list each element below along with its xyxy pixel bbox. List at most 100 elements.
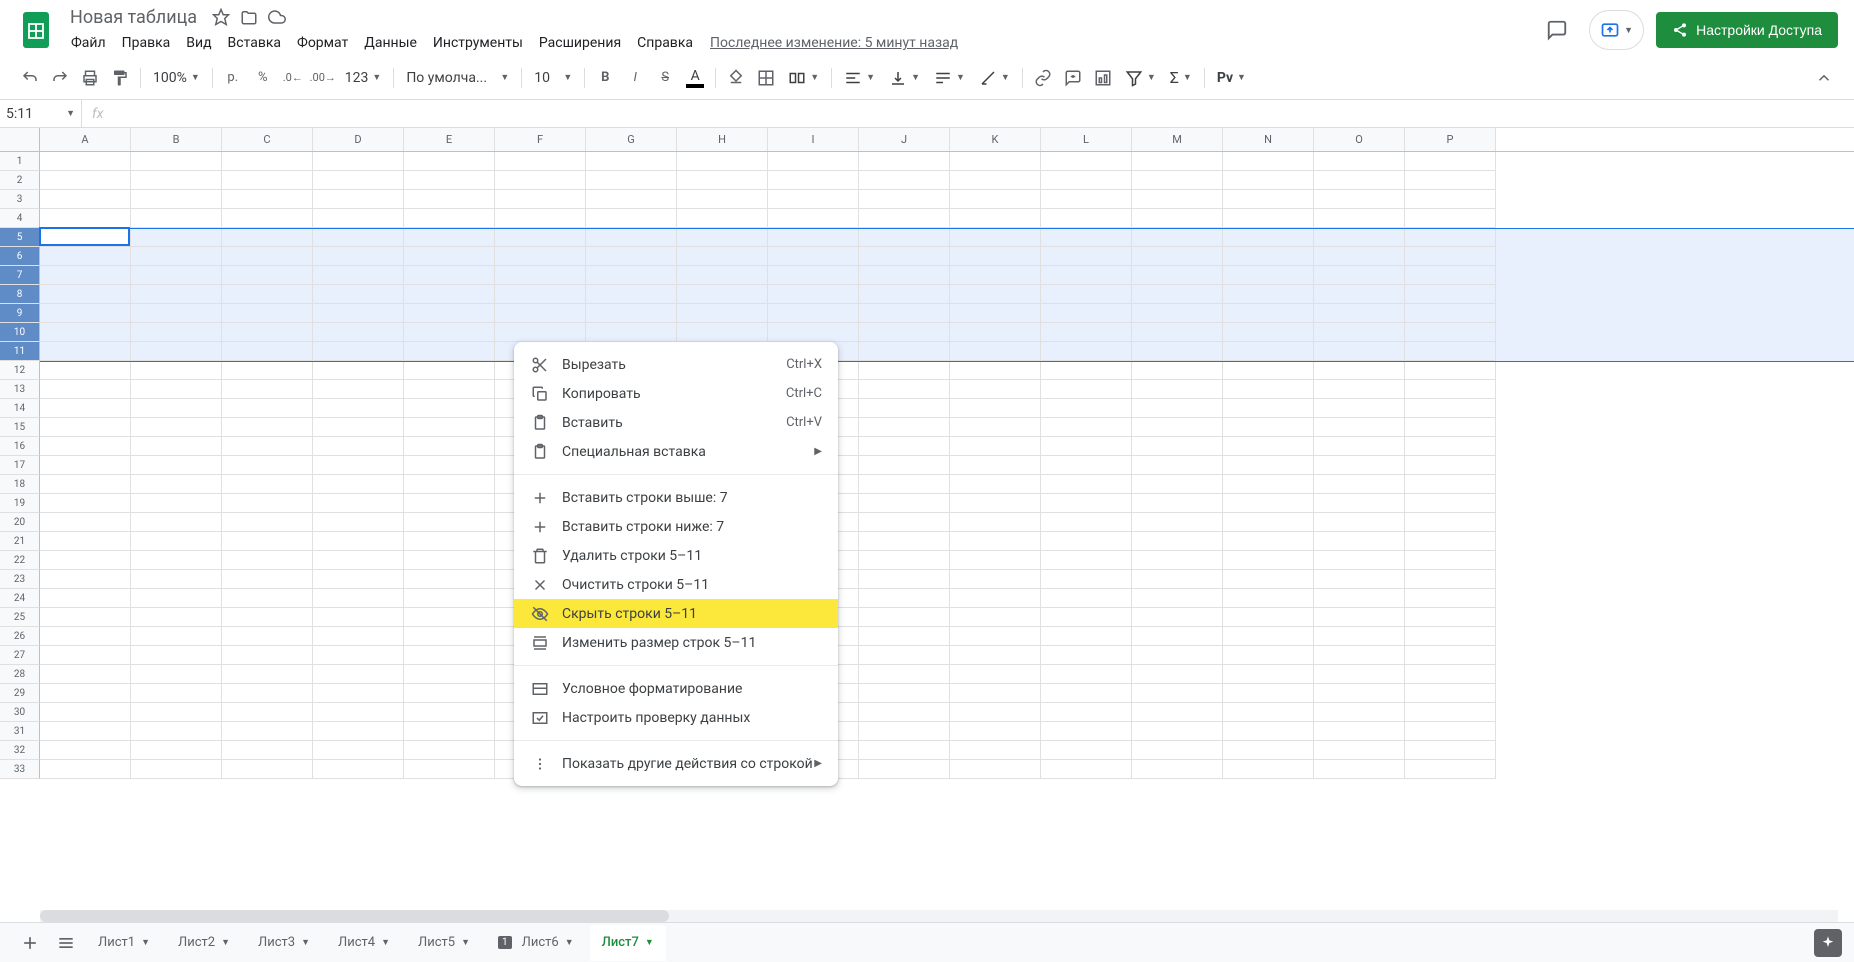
bold-button[interactable]: B bbox=[591, 64, 619, 92]
column-header[interactable]: J bbox=[859, 128, 950, 151]
italic-button[interactable]: I bbox=[621, 64, 649, 92]
menu-help[interactable]: Справка bbox=[630, 31, 700, 55]
fill-color-button[interactable] bbox=[722, 64, 750, 92]
row-header[interactable]: 10 bbox=[0, 323, 40, 342]
redo-button[interactable] bbox=[46, 64, 74, 92]
context-menu-item[interactable]: Изменить размер строк 5–11 bbox=[514, 628, 838, 657]
column-header[interactable]: K bbox=[950, 128, 1041, 151]
column-header[interactable]: O bbox=[1314, 128, 1405, 151]
strikethrough-button[interactable]: S bbox=[651, 64, 679, 92]
context-menu-item[interactable]: Удалить строки 5–11 bbox=[514, 541, 838, 570]
column-header[interactable]: I bbox=[768, 128, 859, 151]
sheets-logo[interactable] bbox=[16, 10, 56, 50]
row-header[interactable]: 1 bbox=[0, 152, 40, 171]
row-header[interactable]: 19 bbox=[0, 494, 40, 513]
row-header[interactable]: 31 bbox=[0, 722, 40, 741]
collapse-toolbar-button[interactable] bbox=[1810, 64, 1838, 92]
context-menu-item[interactable]: Специальная вставка▶ bbox=[514, 437, 838, 466]
row-header[interactable]: 2 bbox=[0, 171, 40, 190]
row-header[interactable]: 14 bbox=[0, 399, 40, 418]
context-menu-item[interactable]: Настроить проверку данных bbox=[514, 703, 838, 732]
context-menu-item[interactable]: Скрыть строки 5–11 bbox=[514, 599, 838, 628]
context-menu-item[interactable]: Показать другие действия со строкой▶ bbox=[514, 749, 838, 778]
cloud-icon[interactable] bbox=[267, 7, 287, 27]
chart-button[interactable] bbox=[1089, 64, 1117, 92]
v-align-dropdown[interactable]: ▼ bbox=[883, 64, 926, 92]
menu-edit[interactable]: Правка bbox=[115, 31, 178, 55]
link-button[interactable] bbox=[1029, 64, 1057, 92]
move-icon[interactable] bbox=[239, 7, 259, 27]
row-header[interactable]: 3 bbox=[0, 190, 40, 209]
powertools-dropdown[interactable]: Pv▼ bbox=[1211, 64, 1252, 92]
sheet-tab[interactable]: Лист4▼ bbox=[326, 925, 402, 961]
row-header[interactable]: 6 bbox=[0, 247, 40, 266]
column-header[interactable]: A bbox=[40, 128, 131, 151]
comment-button[interactable] bbox=[1059, 64, 1087, 92]
menu-extensions[interactable]: Расширения bbox=[532, 31, 628, 55]
row-header[interactable]: 17 bbox=[0, 456, 40, 475]
text-color-button[interactable]: A bbox=[681, 64, 709, 92]
column-header[interactable]: C bbox=[222, 128, 313, 151]
scrollbar-thumb[interactable] bbox=[40, 910, 669, 922]
row-header[interactable]: 32 bbox=[0, 741, 40, 760]
row-header[interactable]: 28 bbox=[0, 665, 40, 684]
name-box[interactable]: 5:11▼ bbox=[0, 100, 82, 127]
context-menu-item[interactable]: Вставить строки выше: 7 bbox=[514, 483, 838, 512]
rotate-dropdown[interactable]: ▼ bbox=[973, 64, 1016, 92]
column-header[interactable]: L bbox=[1041, 128, 1132, 151]
column-header[interactable]: P bbox=[1405, 128, 1496, 151]
cells-area[interactable] bbox=[40, 152, 1854, 779]
document-title[interactable]: Новая таблица bbox=[64, 6, 203, 29]
sheet-tab[interactable]: Лист1▼ bbox=[86, 925, 162, 961]
row-header[interactable]: 27 bbox=[0, 646, 40, 665]
column-header[interactable]: G bbox=[586, 128, 677, 151]
sheet-tab[interactable]: Лист3▼ bbox=[246, 925, 322, 961]
menu-insert[interactable]: Вставка bbox=[221, 31, 288, 55]
context-menu-item[interactable]: КопироватьCtrl+C bbox=[514, 379, 838, 408]
menu-format[interactable]: Формат bbox=[290, 31, 355, 55]
context-menu-item[interactable]: Очистить строки 5–11 bbox=[514, 570, 838, 599]
font-dropdown[interactable]: По умолча...▼ bbox=[400, 64, 515, 92]
decrease-decimal-button[interactable]: .0← bbox=[279, 64, 307, 92]
column-header[interactable]: M bbox=[1132, 128, 1223, 151]
context-menu-item[interactable]: Вставить строки ниже: 7 bbox=[514, 512, 838, 541]
row-header[interactable]: 25 bbox=[0, 608, 40, 627]
filter-dropdown[interactable]: ▼ bbox=[1119, 64, 1162, 92]
sheet-tab[interactable]: Лист5▼ bbox=[406, 925, 482, 961]
undo-button[interactable] bbox=[16, 64, 44, 92]
row-header[interactable]: 12 bbox=[0, 361, 40, 380]
borders-button[interactable] bbox=[752, 64, 780, 92]
menu-tools[interactable]: Инструменты bbox=[426, 31, 530, 55]
sheet-tab[interactable]: Лист7▼ bbox=[590, 925, 666, 961]
column-header[interactable]: N bbox=[1223, 128, 1314, 151]
comments-button[interactable] bbox=[1537, 10, 1577, 50]
formula-input[interactable] bbox=[113, 106, 1854, 122]
add-sheet-button[interactable] bbox=[12, 925, 48, 961]
row-header[interactable]: 30 bbox=[0, 703, 40, 722]
sheet-tab[interactable]: 1Лист6▼ bbox=[486, 925, 586, 961]
number-format-dropdown[interactable]: 123▼ bbox=[339, 64, 388, 92]
row-header[interactable]: 4 bbox=[0, 209, 40, 228]
zoom-dropdown[interactable]: 100%▼ bbox=[147, 64, 206, 92]
context-menu-item[interactable]: Условное форматирование bbox=[514, 674, 838, 703]
row-header[interactable]: 29 bbox=[0, 684, 40, 703]
context-menu-item[interactable]: ВставитьCtrl+V bbox=[514, 408, 838, 437]
font-size-dropdown[interactable]: 10▼ bbox=[528, 64, 578, 92]
row-header[interactable]: 15 bbox=[0, 418, 40, 437]
row-header[interactable]: 13 bbox=[0, 380, 40, 399]
row-header[interactable]: 33 bbox=[0, 760, 40, 779]
present-button[interactable]: ▼ bbox=[1589, 10, 1644, 50]
row-header[interactable]: 11 bbox=[0, 342, 40, 361]
row-header[interactable]: 8 bbox=[0, 285, 40, 304]
wrap-dropdown[interactable]: ▼ bbox=[928, 64, 971, 92]
row-header[interactable]: 21 bbox=[0, 532, 40, 551]
row-header[interactable]: 5 bbox=[0, 228, 40, 247]
row-header[interactable]: 20 bbox=[0, 513, 40, 532]
column-header[interactable]: E bbox=[404, 128, 495, 151]
h-align-dropdown[interactable]: ▼ bbox=[838, 64, 881, 92]
row-header[interactable]: 22 bbox=[0, 551, 40, 570]
sheet-tab[interactable]: Лист2▼ bbox=[166, 925, 242, 961]
column-header[interactable]: B bbox=[131, 128, 222, 151]
horizontal-scrollbar[interactable] bbox=[40, 910, 1838, 922]
row-header[interactable]: 9 bbox=[0, 304, 40, 323]
